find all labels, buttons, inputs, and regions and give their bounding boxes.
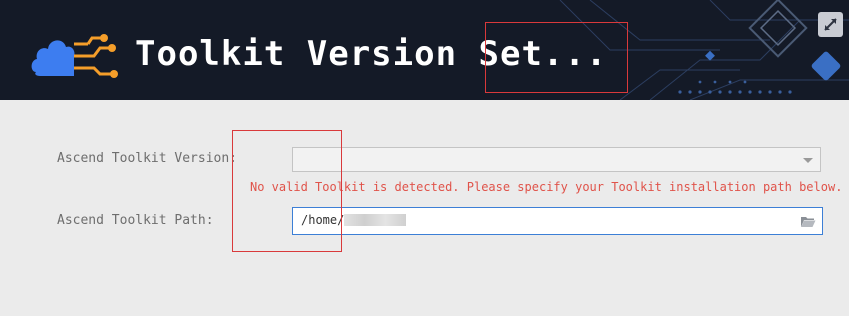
expand-arrows-icon bbox=[824, 18, 837, 31]
toolkit-version-select[interactable] bbox=[292, 147, 821, 172]
chevron-down-icon bbox=[803, 158, 813, 163]
toolkit-path-input[interactable]: /home/ bbox=[292, 207, 823, 235]
dialog-title: Toolkit Version Set... bbox=[135, 34, 608, 74]
toolkit-settings-form: Ascend Toolkit Version: No valid Toolkit… bbox=[0, 100, 849, 316]
toolkit-path-value-wrap: /home/ bbox=[301, 213, 407, 227]
toolkit-error-message: No valid Toolkit is detected. Please spe… bbox=[250, 180, 843, 194]
ascend-logo-icon bbox=[31, 34, 118, 78]
toolkit-path-value: /home/ bbox=[301, 213, 345, 227]
redacted-username bbox=[344, 214, 407, 226]
toolkit-version-label: Ascend Toolkit Version: bbox=[57, 151, 238, 166]
expand-button[interactable] bbox=[818, 12, 843, 37]
folder-open-icon[interactable] bbox=[800, 215, 816, 228]
dialog-header: Toolkit Version Set... bbox=[0, 0, 849, 100]
toolkit-path-label: Ascend Toolkit Path: bbox=[57, 213, 214, 228]
